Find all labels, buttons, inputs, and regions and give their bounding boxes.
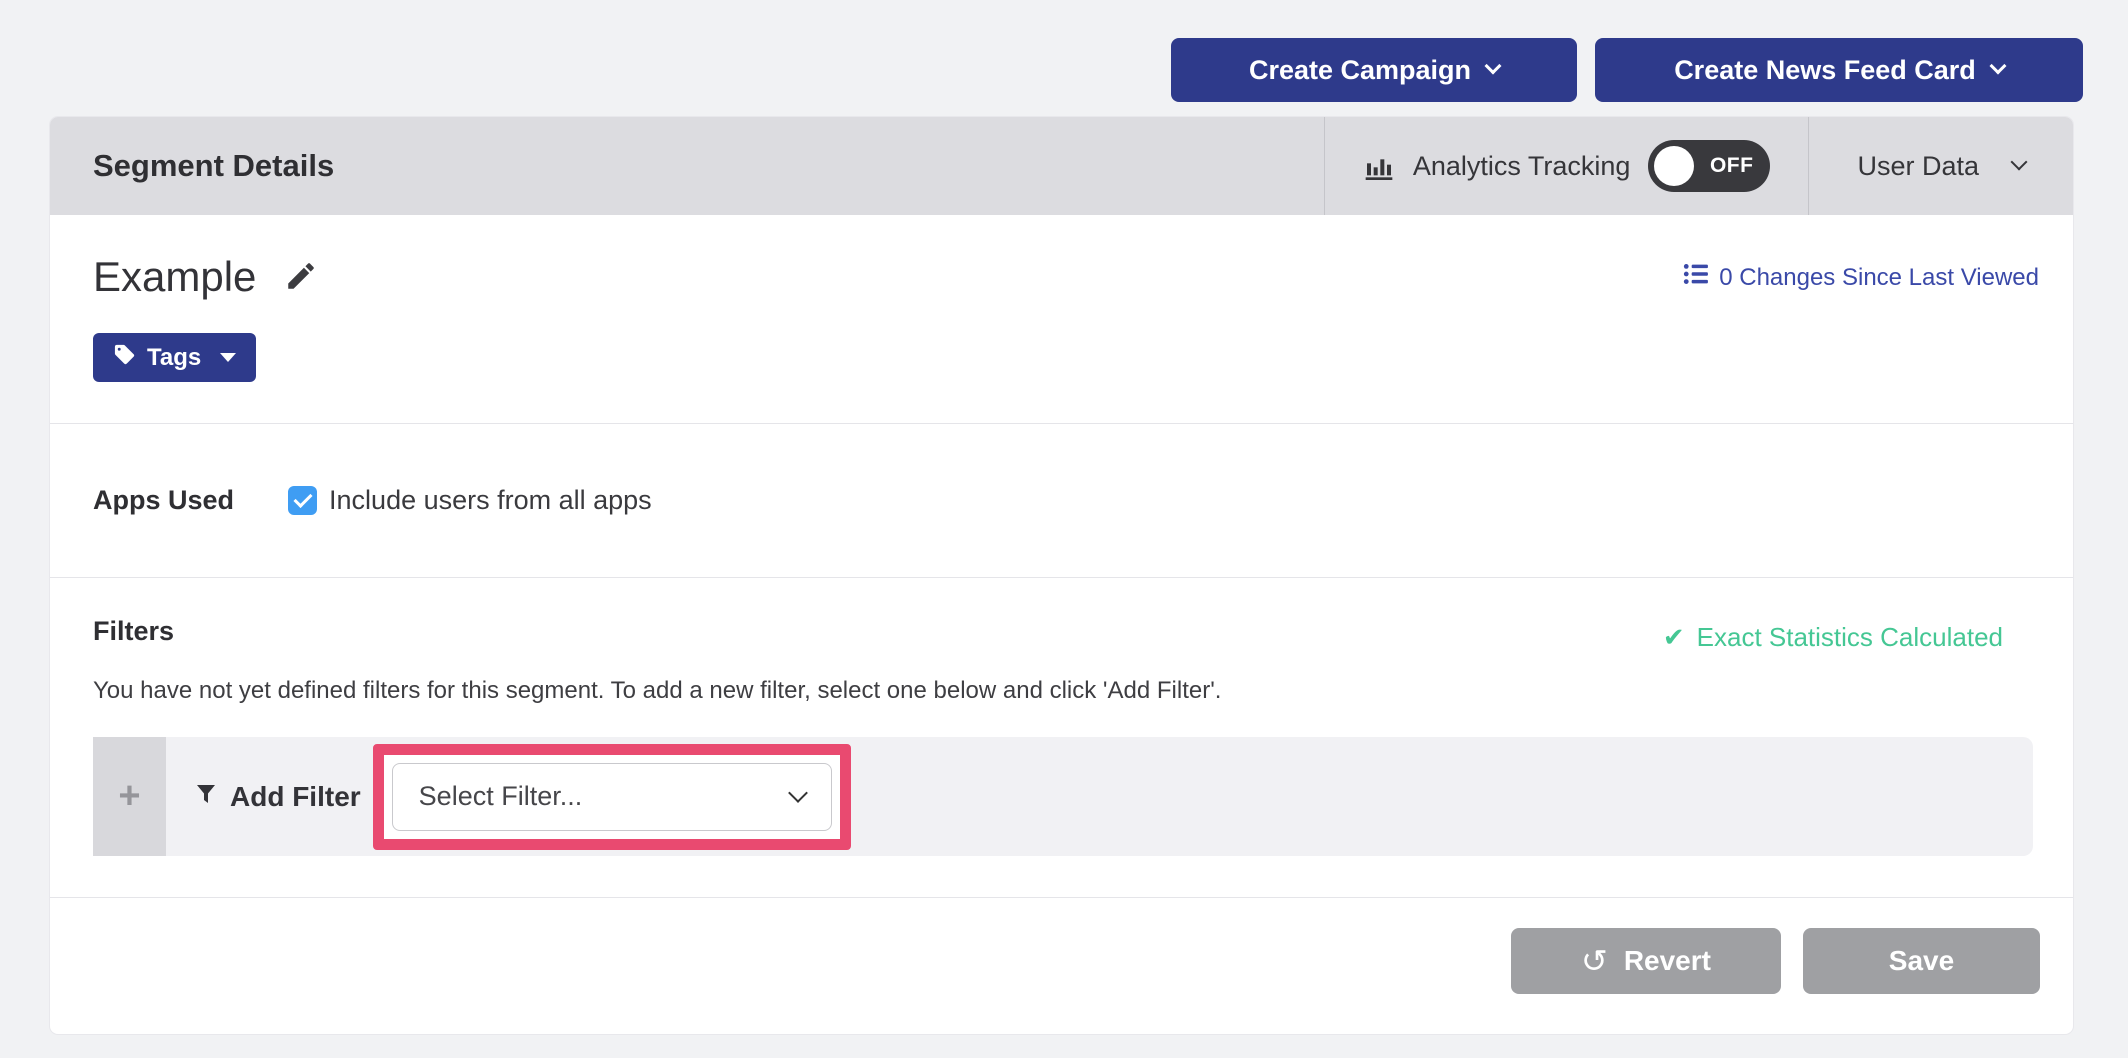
create-news-feed-card-label: Create News Feed Card: [1674, 55, 1976, 86]
select-filter-highlight: Select Filter...: [373, 744, 851, 850]
chevron-down-icon: [2011, 154, 2028, 171]
funnel-icon: [194, 781, 218, 813]
toggle-knob: [1654, 146, 1694, 186]
analytics-tracking-toggle[interactable]: OFF: [1648, 140, 1770, 192]
top-action-bar: Create Campaign Create News Feed Card: [0, 0, 2128, 102]
plus-icon: +: [118, 775, 140, 818]
edit-name-button[interactable]: [284, 259, 318, 296]
user-data-label: User Data: [1857, 151, 1979, 182]
create-campaign-label: Create Campaign: [1249, 55, 1471, 86]
create-campaign-button[interactable]: Create Campaign: [1171, 38, 1577, 102]
caret-down-icon: [220, 353, 236, 362]
revert-icon: ↺: [1581, 945, 1608, 977]
user-data-dropdown[interactable]: User Data: [1808, 117, 2073, 215]
select-filter-value: Select Filter...: [419, 781, 583, 812]
apps-used-label: Apps Used: [93, 485, 234, 516]
segment-title-section: Example 0 Changes Since Last Viewed Tags: [50, 215, 2073, 423]
include-all-apps-checkbox[interactable]: [288, 486, 317, 515]
revert-label: Revert: [1624, 945, 1711, 977]
add-filter-label: Add Filter: [230, 781, 361, 813]
include-all-apps-label: Include users from all apps: [329, 485, 652, 516]
tags-button[interactable]: Tags: [93, 333, 256, 382]
tag-icon: [113, 343, 136, 373]
filters-empty-text: You have not yet defined filters for thi…: [93, 677, 2030, 705]
select-filter-dropdown[interactable]: Select Filter...: [392, 763, 832, 831]
apps-used-section: Apps Used Include users from all apps: [50, 423, 2073, 577]
chevron-down-icon: [1989, 58, 2006, 75]
segment-details-panel: Segment Details Analytics Tracking OFF U…: [50, 117, 2073, 1034]
add-filter-group-button[interactable]: +: [93, 737, 166, 856]
list-icon: [1683, 261, 1709, 294]
chevron-down-icon: [1485, 58, 1502, 75]
exact-statistics-status: ✔ Exact Statistics Calculated: [1663, 622, 2003, 653]
tags-label: Tags: [147, 344, 201, 372]
create-news-feed-card-button[interactable]: Create News Feed Card: [1595, 38, 2083, 102]
toggle-state-label: OFF: [1710, 154, 1754, 178]
panel-header: Segment Details Analytics Tracking OFF U…: [50, 117, 2073, 215]
save-button[interactable]: Save: [1803, 928, 2040, 994]
save-label: Save: [1889, 945, 1954, 977]
panel-footer: ↺ Revert Save: [50, 897, 2073, 1034]
bar-chart-icon: [1363, 150, 1395, 182]
analytics-tracking-label: Analytics Tracking: [1413, 151, 1631, 182]
pencil-icon: [284, 259, 318, 296]
exact-statistics-label: Exact Statistics Calculated: [1697, 622, 2003, 653]
add-filter-label-group: Add Filter: [194, 781, 361, 813]
filters-section: Filters ✔ Exact Statistics Calculated Yo…: [50, 577, 2073, 897]
add-filter-row: + Add Filter Select Filter...: [93, 737, 2033, 856]
analytics-tracking-control: Analytics Tracking OFF: [1324, 117, 1809, 215]
page-title: Segment Details: [50, 117, 1324, 215]
changes-link-label: 0 Changes Since Last Viewed: [1719, 264, 2039, 292]
chevron-down-icon: [788, 783, 808, 803]
revert-button[interactable]: ↺ Revert: [1511, 928, 1781, 994]
segment-name: Example: [93, 253, 256, 301]
check-icon: ✔: [1663, 622, 1685, 653]
changes-since-last-viewed-link[interactable]: 0 Changes Since Last Viewed: [1683, 261, 2039, 294]
